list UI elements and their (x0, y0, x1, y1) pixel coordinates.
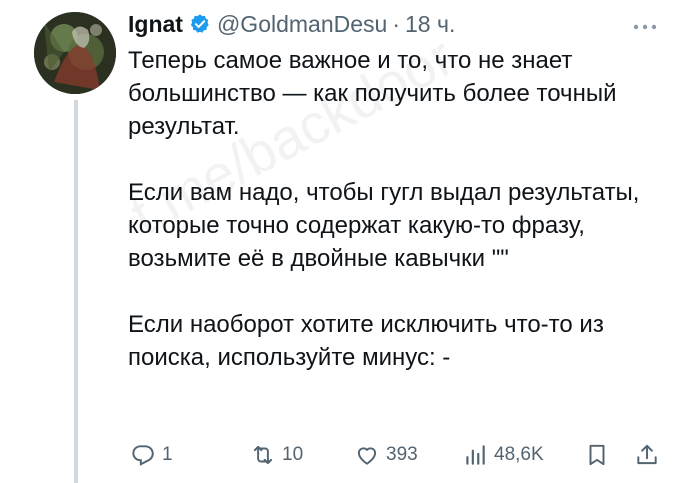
display-name[interactable]: Ignat (128, 11, 183, 38)
retweet-button[interactable]: 10 (250, 437, 303, 473)
tweet-paragraph: Если наоборот хотите исключить что-то из… (128, 311, 604, 371)
reply-button[interactable]: 1 (130, 437, 173, 473)
more-icon[interactable] (632, 18, 658, 30)
tweet: Ignat @GoldmanDesu · 18 ч. t.me/backdoor… (0, 0, 700, 483)
like-count: 393 (386, 444, 418, 465)
views-icon (466, 445, 485, 465)
avatar[interactable] (34, 12, 116, 94)
views-count: 48,6K (494, 444, 544, 465)
share-button[interactable] (634, 437, 660, 473)
retweet-icon (253, 445, 273, 465)
retweet-count: 10 (282, 444, 304, 465)
avatar-image (34, 12, 116, 94)
like-icon (357, 447, 377, 465)
bookmark-button[interactable] (584, 437, 610, 473)
tweet-text: Теперь самое важное и то, что не знает б… (128, 44, 668, 407)
action-bar: 1 10 393 48,6K (122, 437, 662, 473)
reply-icon (132, 445, 154, 466)
views-button[interactable]: 48,6K (462, 437, 544, 473)
tweet-header: Ignat @GoldmanDesu · 18 ч. (128, 10, 455, 38)
share-icon (637, 444, 657, 465)
verified-icon (189, 13, 211, 35)
like-button[interactable]: 393 (354, 437, 418, 473)
thread-line (74, 100, 78, 483)
bookmark-icon (589, 444, 605, 466)
separator-dot: · (392, 10, 400, 37)
reply-count: 1 (162, 444, 173, 465)
tweet-paragraph: Если вам надо, чтобы гугл выдал результа… (128, 179, 640, 272)
author-handle[interactable]: @GoldmanDesu (217, 11, 387, 38)
tweet-paragraph: Теперь самое важное и то, что не знает б… (128, 47, 617, 140)
timestamp[interactable]: 18 ч. (405, 11, 455, 38)
